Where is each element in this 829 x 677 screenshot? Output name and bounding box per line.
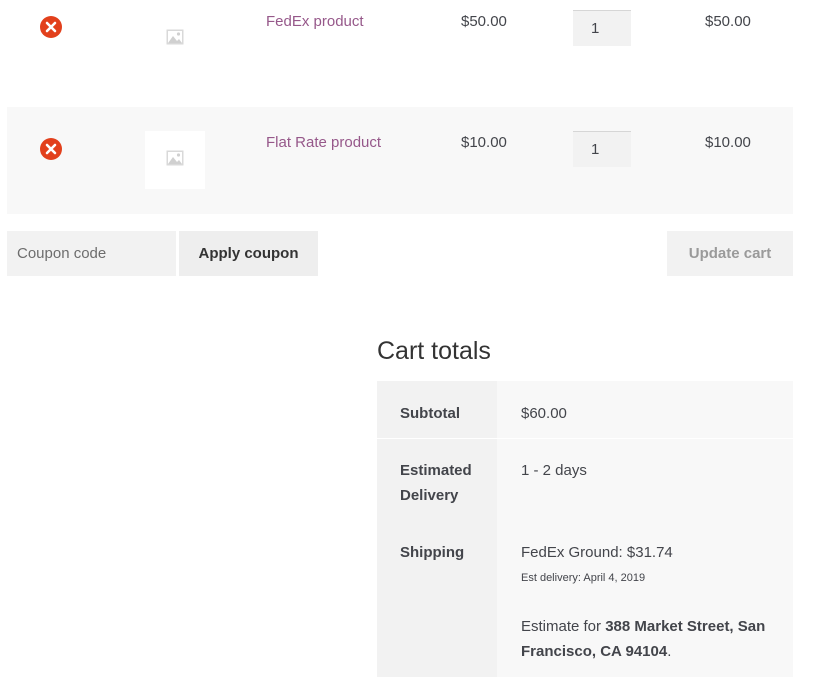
estimate-suffix: .	[667, 643, 672, 660]
cart-totals-table: Subtotal $60.00 Estimated Delivery 1 - 2…	[377, 381, 793, 677]
subtotal-label: Subtotal	[400, 405, 460, 422]
cart-totals-title: Cart totals	[377, 337, 491, 365]
cart-page: FedEx product $50.00 $50.00 Flat Rate pr…	[0, 0, 829, 677]
apply-coupon-button[interactable]: Apply coupon	[179, 231, 318, 276]
totals-row-delivery: Estimated Delivery 1 - 2 days	[377, 438, 793, 520]
image-placeholder-icon	[166, 29, 184, 50]
subtotal-value: $60.00	[521, 405, 567, 422]
update-cart-button[interactable]: Update cart	[667, 231, 793, 276]
product-subtotal: $10.00	[705, 134, 751, 151]
shipping-est-delivery: Est delivery: April 4, 2019	[521, 572, 646, 584]
coupon-code-input[interactable]	[7, 231, 176, 276]
totals-row-subtotal: Subtotal $60.00	[377, 381, 793, 438]
quantity-input[interactable]	[573, 10, 631, 46]
image-placeholder-icon	[166, 150, 184, 171]
totals-row-shipping: Shipping FedEx Ground: $31.74 Est delive…	[377, 520, 793, 677]
product-name-link[interactable]: Flat Rate product	[266, 134, 381, 151]
remove-icon[interactable]	[40, 16, 62, 38]
cart-item-row: Flat Rate product $10.00 $10.00	[7, 107, 793, 214]
product-thumbnail[interactable]	[145, 10, 205, 68]
product-name-link[interactable]: FedEx product	[266, 13, 364, 30]
product-subtotal: $50.00	[705, 13, 751, 30]
estimate-prefix: Estimate for	[521, 618, 602, 635]
product-price: $50.00	[461, 13, 507, 30]
estimated-delivery-value: 1 - 2 days	[521, 462, 587, 479]
product-price: $10.00	[461, 134, 507, 151]
shipping-method: FedEx Ground: $31.74	[521, 544, 673, 561]
quantity-input[interactable]	[573, 131, 631, 167]
product-thumbnail[interactable]	[145, 131, 205, 189]
remove-icon[interactable]	[40, 138, 62, 160]
shipping-destination: Estimate for 388 Market Street, San Fran…	[521, 614, 781, 664]
cart-item-row: FedEx product $50.00 $50.00	[7, 0, 793, 93]
estimated-delivery-label: Estimated Delivery	[400, 462, 472, 504]
shipping-label: Shipping	[400, 544, 465, 561]
